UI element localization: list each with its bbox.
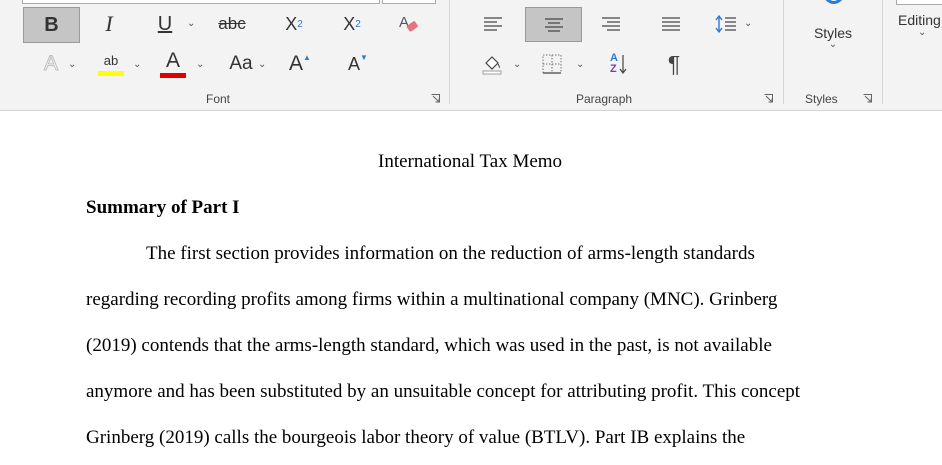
text-effects-dropdown-icon[interactable]: ⌄ [68,59,76,70]
shrink-font-arrow-icon: ▼ [360,53,368,62]
highlight-color-bar [98,71,124,76]
font-size-box-edge[interactable] [382,0,436,4]
editing-button[interactable]: Editing ⌄ [894,8,942,56]
line-spacing-dropdown-icon[interactable]: ⌄ [744,18,752,29]
align-left-button[interactable] [480,9,506,39]
underline-dropdown-icon[interactable]: ⌄ [187,18,195,29]
superscript-mark: 2 [355,18,361,30]
styles-dropdown-icon: ⌄ [828,39,838,50]
shading-button[interactable] [478,49,506,79]
body-line: (2019) contends that the arms-length sta… [86,335,772,356]
editing-box-edge[interactable] [896,0,942,5]
borders-icon [541,53,563,75]
section-heading: Summary of Part I [86,197,240,218]
line-spacing-icon [714,14,738,34]
body-line: anymore and has been substituted by an u… [86,381,801,402]
styles-group-label: Styles [805,92,838,106]
font-color-button[interactable]: A [158,49,188,79]
font-paragraph-separator [449,0,450,104]
paragraph-group-label: Paragraph [576,92,633,106]
align-right-icon [601,16,621,32]
shrink-font-button[interactable]: A ▼ [344,50,372,78]
sort-z-label: Z [610,63,617,75]
shrink-font-label: A [348,53,361,74]
font-dialog-launcher-icon[interactable] [431,94,440,103]
bold-button[interactable]: B [23,7,80,43]
borders-dropdown-icon[interactable]: ⌄ [576,59,584,70]
font-name-box-edge[interactable] [22,0,380,4]
superscript-button[interactable]: X2 [338,9,366,39]
ribbon: B I U ⌄ abc X2 X2 A A ⌄ ab ⌄ A ⌄ Aa ⌄ A … [0,0,942,111]
highlight-button[interactable]: ab [96,49,126,79]
superscript-label: X [343,13,356,34]
strikethrough-label: abc [218,14,246,33]
subscript-mark: 2 [297,18,303,30]
bold-label: B [44,13,59,36]
text-effects-icon: A [43,52,58,76]
sort-button[interactable]: A Z [604,49,634,79]
subscript-label: X [285,13,298,34]
align-right-button[interactable] [598,9,624,39]
highlight-label: ab [103,53,119,68]
editing-dropdown-icon: ⌄ [918,27,927,38]
change-case-dropdown-icon[interactable]: ⌄ [258,59,266,70]
memo-title: International Tax Memo [378,151,563,172]
justify-icon [661,16,681,32]
font-color-bar [160,72,186,78]
align-center-button[interactable] [525,7,582,42]
strikethrough-button[interactable]: abc [216,9,248,39]
grow-font-button[interactable]: A ▲ [286,50,314,78]
underline-button[interactable]: U [152,9,178,39]
body-line: Grinberg (2019) calls the bourgeois labo… [86,427,746,448]
align-left-icon [483,16,503,32]
italic-button[interactable]: I [96,9,122,39]
clear-formatting-icon: A [397,13,419,35]
styles-button[interactable]: Styles ⌄ [800,0,866,56]
show-formatting-button[interactable]: ¶ [660,49,688,79]
paragraph-styles-separator [783,0,784,104]
align-center-icon [544,17,564,33]
borders-button[interactable] [538,49,566,79]
highlight-dropdown-icon[interactable]: ⌄ [133,59,141,70]
body-line: regarding recording profits among firms … [86,289,778,310]
italic-label: I [105,11,113,36]
svg-text:A: A [399,14,409,31]
grow-font-label: A [289,52,304,75]
line-spacing-button[interactable] [712,9,740,39]
styles-dialog-launcher-icon[interactable] [863,94,872,103]
subscript-button[interactable]: X2 [280,9,308,39]
styles-icon [820,0,846,8]
paint-bucket-icon [481,53,503,75]
editing-button-label: Editing [898,12,941,28]
font-color-dropdown-icon[interactable]: ⌄ [196,59,204,70]
body-line: The first section provides information o… [146,243,755,264]
paragraph-dialog-launcher-icon[interactable] [764,94,773,103]
justify-button[interactable] [658,9,684,39]
clear-formatting-button[interactable]: A [394,9,422,39]
pilcrow-icon: ¶ [667,50,681,77]
document-page[interactable]: International Tax Memo Summary of Part I… [0,111,942,465]
text-effects-button[interactable]: A [38,50,64,78]
sort-icon: A Z [610,53,628,75]
shading-dropdown-icon[interactable]: ⌄ [513,59,521,70]
change-case-label: Aa [229,53,253,74]
underline-label: U [157,12,173,35]
font-group-label: Font [206,92,231,106]
grow-font-arrow-icon: ▲ [303,53,311,62]
styles-editing-separator [882,0,883,104]
change-case-button[interactable]: Aa [224,50,258,78]
font-color-icon: A [165,48,180,72]
